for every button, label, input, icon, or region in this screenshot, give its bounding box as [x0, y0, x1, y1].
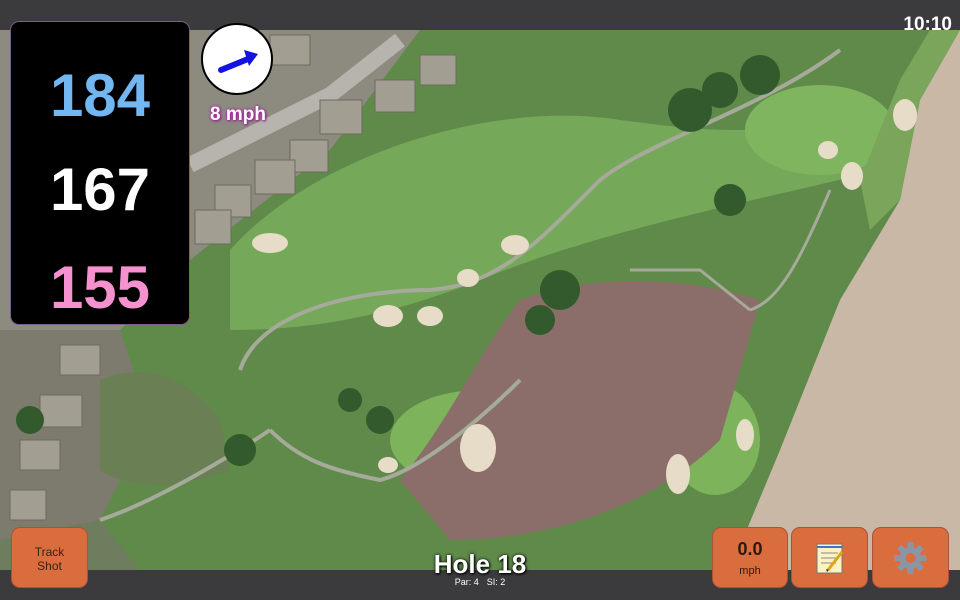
speed-button[interactable]: 0.0 mph — [713, 528, 787, 587]
wind-speed: 8 mph — [210, 104, 266, 125]
back-distance: 184 — [49, 62, 151, 129]
track-shot-label: Track Shot — [34, 545, 65, 573]
middle-distance: 167 — [49, 156, 151, 223]
hole-info: Par: 4 SI: 2 — [380, 577, 580, 587]
distance-panel: 184 167 155 — [11, 22, 189, 324]
gear-icon — [894, 542, 927, 574]
hole-title: Hole 18 — [433, 549, 527, 579]
track-shot-button[interactable]: Track Shot — [12, 528, 87, 587]
arrow-icon — [218, 50, 258, 73]
hole-stroke-index: SI: 2 — [486, 577, 506, 587]
settings-button[interactable] — [873, 528, 948, 587]
front-distance: 155 — [49, 254, 151, 321]
notes-button[interactable] — [792, 528, 867, 587]
speed-value: 0.0 — [737, 539, 763, 559]
notepad-icon — [816, 543, 844, 574]
hole-par: Par: 4 — [454, 577, 479, 587]
wind-indicator[interactable] — [201, 23, 273, 95]
clock: 10:10 — [903, 14, 952, 35]
speed-unit: mph — [739, 565, 761, 577]
